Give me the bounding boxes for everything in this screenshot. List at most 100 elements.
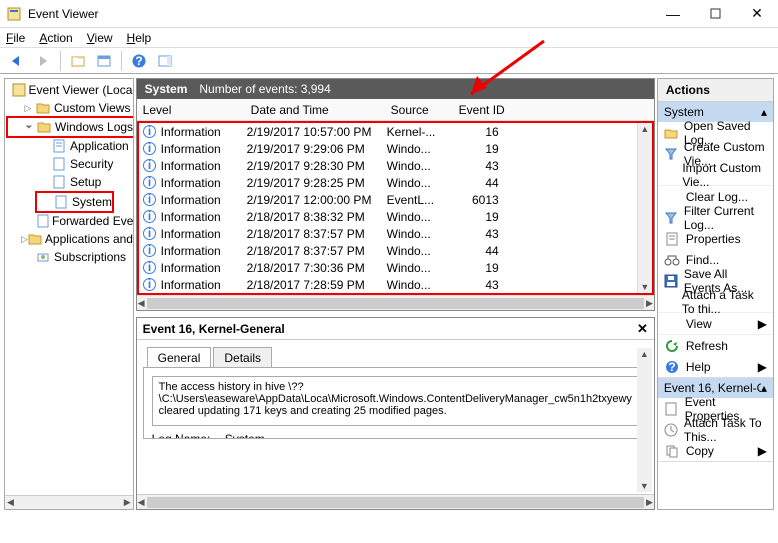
forward-button[interactable] xyxy=(32,50,54,72)
folder-icon xyxy=(36,119,52,135)
eventviewer-icon xyxy=(12,82,26,98)
folder-icon xyxy=(35,100,51,116)
information-icon: i xyxy=(143,159,157,173)
tree-forwarded[interactable]: Forwarded Events xyxy=(7,212,131,230)
information-icon: i xyxy=(143,227,157,241)
table-row[interactable]: iInformation2/19/2017 12:00:00 PMEventL.… xyxy=(139,191,652,208)
log-name-label: Log Name: xyxy=(152,432,222,439)
tree-apps-services[interactable]: ▷ Applications and Services Lo xyxy=(7,230,131,248)
svg-text:i: i xyxy=(148,159,151,172)
list-count: Number of events: 3,994 xyxy=(199,82,330,96)
collapse-icon[interactable]: ▴ xyxy=(761,105,767,119)
column-date[interactable]: Date and Time xyxy=(245,103,385,117)
tree-application[interactable]: Application xyxy=(7,137,131,155)
tree-security[interactable]: Security xyxy=(7,155,131,173)
actions-pane: Actions System ▴ Open Saved Log... Creat… xyxy=(657,78,774,510)
action-attach-task-event[interactable]: Attach Task To This... xyxy=(658,419,773,440)
table-row[interactable]: iInformation2/18/2017 8:38:32 PMWindo...… xyxy=(139,208,652,225)
table-row[interactable]: iInformation2/18/2017 8:37:57 PMWindo...… xyxy=(139,242,652,259)
table-row[interactable]: iInformation2/19/2017 9:29:06 PMWindo...… xyxy=(139,140,652,157)
event-list: System Number of events: 3,994 Level Dat… xyxy=(136,78,655,311)
action-help[interactable]: ?Help▶ xyxy=(658,356,773,377)
svg-text:?: ? xyxy=(135,54,142,68)
tree-horizontal-scrollbar[interactable]: ◀▶ xyxy=(5,495,133,509)
expand-icon[interactable]: ▷ xyxy=(21,103,35,114)
svg-text:i: i xyxy=(148,244,151,257)
log-icon xyxy=(37,213,49,229)
action-filter-log[interactable]: Filter Current Log... xyxy=(658,207,773,228)
menu-view[interactable]: View xyxy=(87,31,113,45)
tree-root[interactable]: ▸ Event Viewer (Local) xyxy=(7,81,131,99)
table-row[interactable]: iInformation2/18/2017 7:28:59 PMWindo...… xyxy=(139,276,652,293)
log-icon xyxy=(51,174,67,190)
toolbar: ? xyxy=(0,48,778,74)
navigation-tree-pane: ▸ Event Viewer (Local) ▷ Custom Views ⏷ … xyxy=(4,78,134,510)
information-icon: i xyxy=(143,142,157,156)
title-bar: Event Viewer — ✕ xyxy=(0,0,778,28)
task-icon xyxy=(664,422,678,438)
action-view[interactable]: View▶ xyxy=(658,313,773,334)
tree-custom-views[interactable]: ▷ Custom Views xyxy=(7,99,131,117)
menu-action[interactable]: Action xyxy=(39,31,72,45)
tab-general[interactable]: General xyxy=(147,347,212,368)
tree-system[interactable]: System xyxy=(37,193,112,211)
action-attach-task[interactable]: Attach a Task To thi... xyxy=(658,291,773,312)
menu-bar: File Action View Help xyxy=(0,28,778,48)
detail-vertical-scrollbar[interactable]: ▲▼ xyxy=(637,348,652,492)
detail-close-button[interactable]: ✕ xyxy=(637,321,648,337)
information-icon: i xyxy=(143,210,157,224)
tree-setup[interactable]: Setup xyxy=(7,173,131,191)
table-row[interactable]: iInformation2/18/2017 7:30:36 PMWindo...… xyxy=(139,259,652,276)
table-row[interactable]: iInformation2/18/2017 8:37:57 PMWindo...… xyxy=(139,225,652,242)
svg-text:i: i xyxy=(148,261,151,274)
back-button[interactable] xyxy=(6,50,28,72)
svg-text:i: i xyxy=(148,227,151,240)
list-horizontal-scrollbar[interactable]: ◀▶ xyxy=(137,295,654,310)
action-refresh[interactable]: Refresh xyxy=(658,335,773,356)
log-icon xyxy=(53,194,69,210)
table-row[interactable]: iInformation2/19/2017 10:57:00 PMKernel-… xyxy=(139,123,652,140)
menu-help[interactable]: Help xyxy=(127,31,152,45)
maximize-button[interactable] xyxy=(694,1,736,27)
center-pane: System Number of events: 3,994 Level Dat… xyxy=(136,78,655,510)
column-eventid[interactable]: Event ID xyxy=(453,103,509,117)
svg-text:i: i xyxy=(148,142,151,155)
minimize-button[interactable]: — xyxy=(652,1,694,27)
list-vertical-scrollbar[interactable]: ▲▼ xyxy=(637,123,652,293)
event-message: The access history in hive \??\C:\Users\… xyxy=(152,376,639,426)
information-icon: i xyxy=(143,261,157,275)
help-button[interactable]: ? xyxy=(128,50,150,72)
svg-text:i: i xyxy=(148,210,151,223)
tree-subscriptions[interactable]: Subscriptions xyxy=(7,248,131,266)
panel-button-2[interactable] xyxy=(154,50,176,72)
column-source[interactable]: Source xyxy=(385,103,453,117)
table-row[interactable]: iInformation2/19/2017 9:28:25 PMWindo...… xyxy=(139,174,652,191)
event-list-body: iInformation2/19/2017 10:57:00 PMKernel-… xyxy=(137,121,654,295)
properties-icon xyxy=(664,401,679,417)
panel-button-1[interactable] xyxy=(93,50,115,72)
detail-horizontal-scrollbar[interactable]: ◀▶ xyxy=(137,494,654,509)
tree-item-label: Setup xyxy=(70,175,101,189)
tree-windows-logs[interactable]: ⏷ Windows Logs xyxy=(8,118,133,136)
app-icon xyxy=(6,6,22,22)
menu-file[interactable]: File xyxy=(6,31,25,45)
collapse-icon[interactable]: ▴ xyxy=(761,381,767,395)
information-icon: i xyxy=(143,244,157,258)
help-icon: ? xyxy=(664,359,680,375)
table-row[interactable]: iInformation2/19/2017 9:28:30 PMWindo...… xyxy=(139,157,652,174)
window-title: Event Viewer xyxy=(28,7,652,21)
tab-details[interactable]: Details xyxy=(213,347,272,368)
action-import-custom-view[interactable]: Import Custom Vie... xyxy=(658,164,773,185)
close-button[interactable]: ✕ xyxy=(736,1,778,27)
refresh-icon xyxy=(664,338,680,354)
copy-icon xyxy=(664,443,680,459)
show-hide-tree-button[interactable] xyxy=(67,50,89,72)
detail-content: The access history in hive \??\C:\Users\… xyxy=(143,367,648,439)
expand-icon[interactable]: ▷ xyxy=(21,234,28,245)
collapse-icon[interactable]: ⏷ xyxy=(22,122,36,133)
column-level[interactable]: Level xyxy=(137,103,245,117)
list-title: System xyxy=(145,82,188,96)
tree-item-label: System xyxy=(72,195,112,209)
tree-item-label: Application xyxy=(70,139,129,153)
submenu-arrow-icon: ▶ xyxy=(758,360,767,374)
